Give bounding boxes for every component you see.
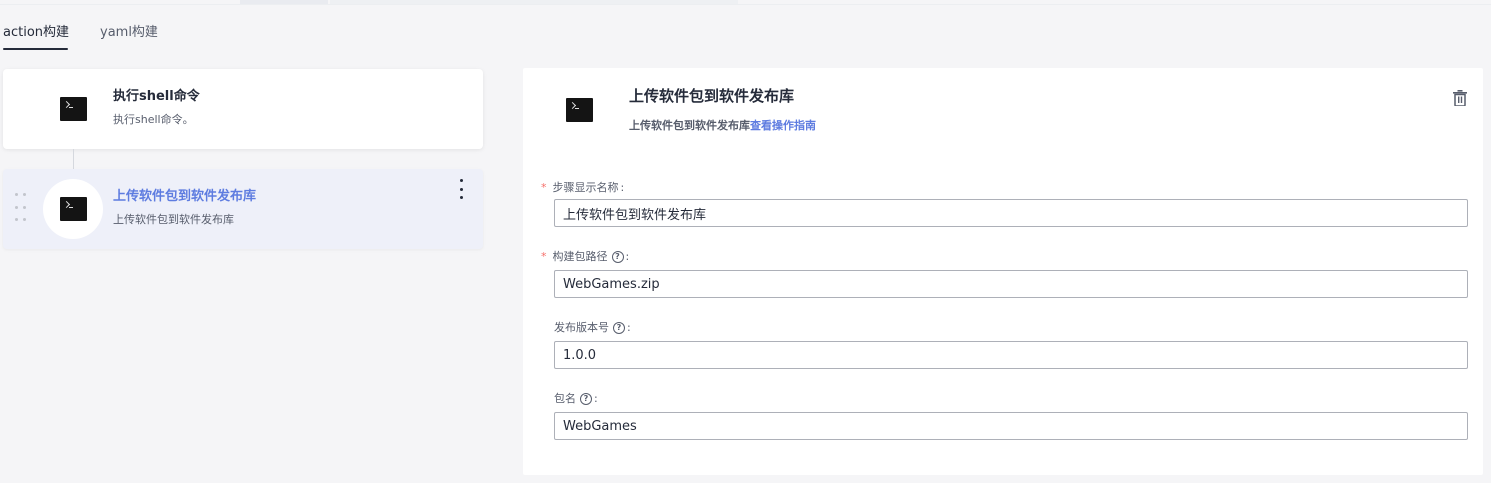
step-detail-panel: 上传软件包到软件发布库 上传软件包到软件发布库查看操作指南 * 步骤显示名称: …	[523, 68, 1483, 475]
required-marker: *	[541, 250, 547, 263]
help-icon[interactable]: ?	[611, 251, 624, 263]
step-connector	[73, 149, 74, 169]
step-subtitle: 上传软件包到软件发布库	[113, 213, 234, 226]
package-path-input[interactable]	[554, 270, 1468, 298]
package-path-label: * 构建包路径 ?:	[541, 250, 630, 263]
display-name-input[interactable]	[554, 199, 1468, 227]
step-card-shell[interactable]: 执行shell命令 执行shell命令。	[3, 69, 483, 149]
terminal-icon	[59, 97, 87, 121]
detail-description: 上传软件包到软件发布库查看操作指南	[629, 118, 816, 134]
display-name-label-text: 步骤显示名称	[552, 181, 619, 194]
detail-description-text: 上传软件包到软件发布库	[629, 119, 750, 132]
version-label-text: 发布版本号	[554, 321, 609, 334]
tab-yaml-build[interactable]: yaml构建	[100, 24, 158, 42]
display-name-label: * 步骤显示名称:	[541, 181, 625, 194]
top-strip	[0, 0, 1491, 5]
version-input[interactable]	[554, 341, 1468, 369]
step-icon-container	[43, 179, 103, 239]
step-card-upload[interactable]: 上传软件包到软件发布库 上传软件包到软件发布库	[3, 169, 483, 249]
terminal-icon	[565, 98, 593, 122]
package-path-label-text: 构建包路径	[552, 250, 608, 263]
package-name-input[interactable]	[554, 412, 1468, 440]
detail-icon-container	[553, 84, 605, 136]
package-name-label: 包名 ?:	[554, 392, 598, 405]
package-name-label-text: 包名	[554, 392, 576, 405]
step-title: 执行shell命令	[113, 89, 200, 104]
help-icon[interactable]: ?	[580, 393, 592, 405]
top-strip-segment	[240, 0, 328, 4]
version-label: 发布版本号 ?:	[554, 321, 631, 334]
step-title: 上传软件包到软件发布库	[113, 189, 257, 204]
trash-icon[interactable]	[1453, 90, 1467, 106]
step-subtitle: 执行shell命令。	[113, 113, 194, 126]
required-marker: *	[541, 181, 547, 194]
help-icon[interactable]: ?	[613, 322, 625, 334]
top-strip-segment	[330, 0, 738, 4]
active-tab-indicator	[3, 48, 68, 50]
tab-action-build[interactable]: action构建	[3, 24, 69, 42]
panel-gutter	[503, 55, 523, 483]
terminal-icon	[59, 197, 87, 221]
more-options-icon[interactable]	[455, 179, 467, 199]
drag-handle-icon[interactable]	[15, 193, 29, 225]
detail-title: 上传软件包到软件发布库	[629, 87, 795, 105]
step-icon-container	[43, 79, 103, 139]
operation-guide-link[interactable]: 查看操作指南	[750, 119, 816, 132]
